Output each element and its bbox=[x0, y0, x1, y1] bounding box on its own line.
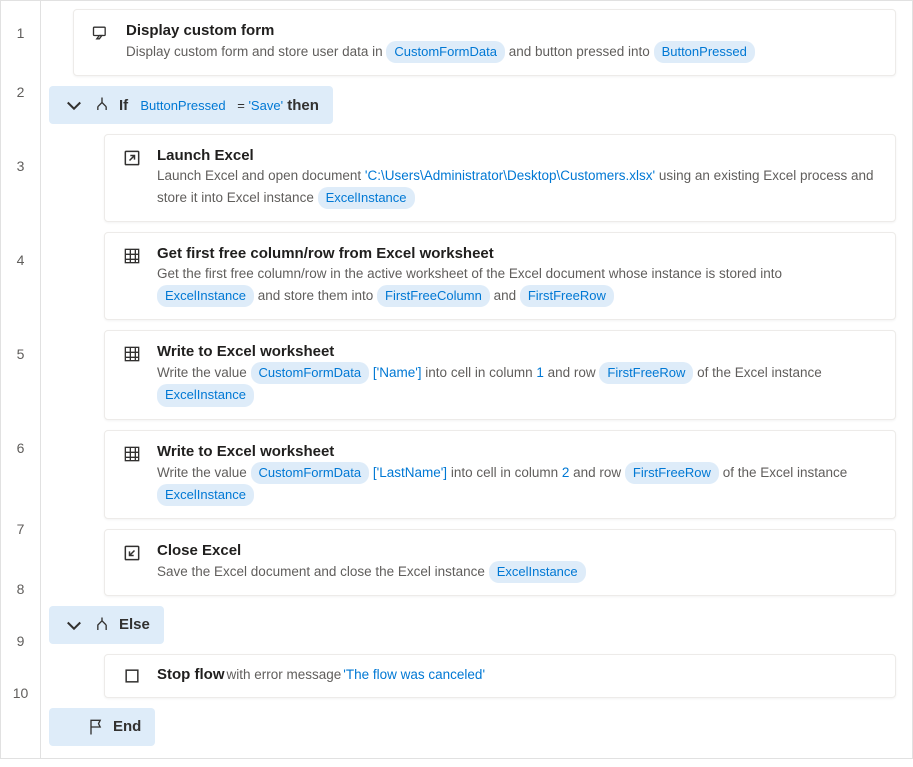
action-row[interactable]: Stop flow with error message 'The flow w… bbox=[74, 654, 896, 698]
variable-chip[interactable]: FirstFreeColumn bbox=[377, 285, 490, 307]
variable-chip[interactable]: CustomFormData bbox=[251, 462, 370, 484]
line-number: 3 bbox=[1, 119, 40, 213]
variable-chip[interactable]: ExcelInstance bbox=[157, 285, 254, 307]
variable-chip[interactable]: ExcelInstance bbox=[157, 384, 254, 406]
action-row[interactable]: Write to Excel worksheet Write the value… bbox=[74, 330, 896, 419]
else-row[interactable]: Else bbox=[49, 606, 896, 644]
action-title: Close Excel bbox=[157, 542, 879, 559]
action-desc: Write the value CustomFormData ['LastNam… bbox=[157, 462, 879, 506]
line-number: 7 bbox=[1, 495, 40, 563]
variable-chip[interactable]: ExcelInstance bbox=[318, 187, 415, 209]
action-title: Display custom form bbox=[126, 22, 879, 39]
line-number: 10 bbox=[1, 667, 40, 719]
line-number: 9 bbox=[1, 615, 40, 667]
end-label: End bbox=[113, 718, 141, 735]
variable-chip[interactable]: FirstFreeRow bbox=[520, 285, 614, 307]
line-number: 5 bbox=[1, 307, 40, 401]
launch-icon bbox=[121, 147, 143, 169]
action-row[interactable]: Get first free column/row from Excel wor… bbox=[74, 232, 896, 320]
line-number: 8 bbox=[1, 563, 40, 615]
flow-main: Display custom form Display custom form … bbox=[41, 1, 912, 758]
line-number: 6 bbox=[1, 401, 40, 495]
variable-chip[interactable]: CustomFormData bbox=[251, 362, 370, 384]
variable-chip[interactable]: ButtonPressed bbox=[132, 97, 233, 114]
action-desc: Display custom form and store user data … bbox=[126, 41, 879, 63]
action-row[interactable]: Write to Excel worksheet Write the value… bbox=[74, 430, 896, 519]
excel-icon bbox=[121, 343, 143, 365]
branch-icon bbox=[91, 94, 113, 116]
line-number: 1 bbox=[1, 1, 40, 65]
form-icon bbox=[90, 22, 112, 44]
variable-chip[interactable]: FirstFreeRow bbox=[625, 462, 719, 484]
action-title: Write to Excel worksheet bbox=[157, 443, 879, 460]
variable-chip[interactable]: FirstFreeRow bbox=[599, 362, 693, 384]
action-row[interactable]: Launch Excel Launch Excel and open docum… bbox=[74, 134, 896, 222]
else-branch-icon bbox=[91, 614, 113, 636]
excel-icon bbox=[121, 245, 143, 267]
close-icon bbox=[121, 542, 143, 564]
variable-chip[interactable]: CustomFormData bbox=[386, 41, 505, 63]
variable-chip[interactable]: ExcelInstance bbox=[489, 561, 586, 583]
chevron-down-icon[interactable] bbox=[63, 94, 85, 116]
variable-chip[interactable]: ExcelInstance bbox=[157, 484, 254, 506]
action-desc: Get the first free column/row in the act… bbox=[157, 264, 879, 307]
excel-icon bbox=[121, 443, 143, 465]
action-title: Launch Excel bbox=[157, 147, 879, 164]
action-title: Stop flow bbox=[157, 666, 225, 683]
else-label: Else bbox=[119, 616, 150, 633]
line-number: 2 bbox=[1, 65, 40, 119]
line-gutter: 12345678910 bbox=[1, 1, 41, 758]
action-desc: Write the value CustomFormData ['Name'] … bbox=[157, 362, 879, 406]
action-desc: Launch Excel and open document 'C:\Users… bbox=[157, 166, 879, 209]
action-desc: Save the Excel document and close the Ex… bbox=[157, 561, 879, 583]
end-row[interactable]: End bbox=[49, 708, 896, 746]
chevron-down-icon[interactable] bbox=[63, 614, 85, 636]
flag-icon bbox=[85, 716, 107, 738]
stop-icon bbox=[121, 665, 143, 687]
action-row[interactable]: Display custom form Display custom form … bbox=[49, 9, 896, 76]
action-title: Write to Excel worksheet bbox=[157, 343, 879, 360]
flow-editor: 12345678910 Display custom form Display … bbox=[0, 0, 913, 759]
if-label: If ButtonPressed = 'Save' then bbox=[119, 97, 319, 114]
line-number: 4 bbox=[1, 213, 40, 307]
variable-chip[interactable]: ButtonPressed bbox=[654, 41, 755, 63]
if-row[interactable]: If ButtonPressed = 'Save' then bbox=[49, 86, 896, 124]
action-row[interactable]: Close Excel Save the Excel document and … bbox=[74, 529, 896, 596]
action-title: Get first free column/row from Excel wor… bbox=[157, 245, 879, 262]
